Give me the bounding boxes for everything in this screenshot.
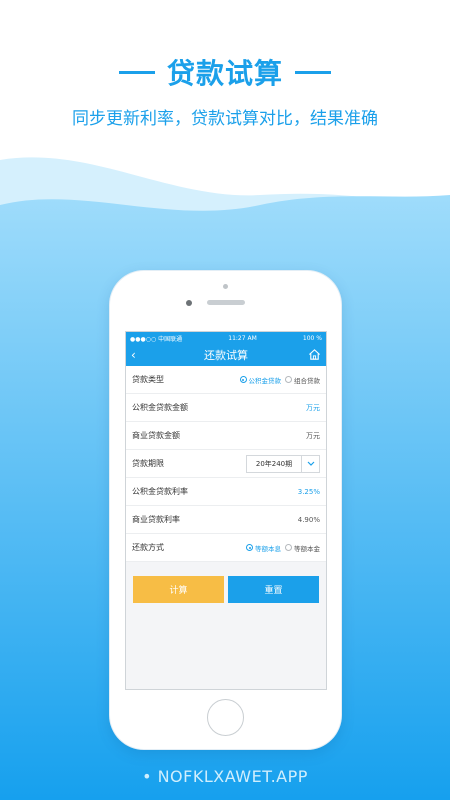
status-bar: ●●●○○ 中国联通 11:27 AM 100 % [126, 332, 326, 344]
battery-indicator: 100 % [302, 334, 322, 342]
loan-type-label: 贷款类型 [132, 375, 164, 384]
front-camera [186, 300, 192, 306]
repay-method-options: 等额本息 等额本金 [246, 543, 320, 553]
commercial-rate-row[interactable]: 商业贷款利率 4.90% [126, 506, 326, 534]
fund-rate-value: 3.25% [297, 487, 320, 496]
commercial-amount-row[interactable]: 商业贷款金额 万元 [126, 422, 326, 450]
status-time: 11:27 AM [228, 334, 257, 342]
promo-title: 贷款试算 [0, 52, 450, 92]
radio-fund-loan-label: 公积金贷款 [248, 376, 282, 385]
watermark-text: • NOFKLXAWET.APP [142, 767, 308, 786]
reset-button[interactable]: 重置 [228, 576, 319, 603]
loan-type-row: 贷款类型 公积金贷款 组合贷款 [126, 366, 326, 394]
commercial-rate-label: 商业贷款利率 [132, 515, 180, 524]
radio-unselected-icon [285, 376, 292, 383]
promo-subtitle: 同步更新利率，贷款试算对比，结果准确 [72, 109, 378, 129]
radio-selected-icon [239, 376, 247, 383]
chevron-down-icon [301, 455, 319, 472]
phone-frame: ●●●○○ 中国联通 11:27 AM 100 % ‹ 还款试算 贷款类型 公积… [110, 271, 341, 749]
radio-equal-installment-label: 等额本息 [255, 544, 281, 553]
title-dash-right [295, 70, 331, 74]
fund-amount-unit: 万元 [306, 403, 320, 412]
promo-title-text: 贷款试算 [166, 57, 283, 90]
loan-term-label: 贷款期限 [132, 459, 164, 468]
radio-equal-principal[interactable]: 等额本金 [285, 543, 320, 553]
radio-equal-principal-label: 等额本金 [294, 544, 320, 553]
nav-bar: ‹ 还款试算 [126, 344, 326, 366]
home-icon[interactable] [308, 348, 321, 361]
radio-unselected-icon [285, 544, 292, 551]
fund-amount-label: 公积金贷款金额 [132, 403, 188, 412]
fund-rate-row[interactable]: 公积金贷款利率 3.25% [126, 478, 326, 506]
commercial-amount-label: 商业贷款金额 [132, 431, 180, 440]
loan-term-value: 20年240期 [255, 459, 293, 468]
loan-term-select[interactable]: 20年240期 [246, 454, 320, 473]
commercial-amount-unit: 万元 [306, 431, 320, 440]
loan-type-options: 公积金贷款 组合贷款 [239, 375, 320, 385]
radio-equal-installment[interactable]: 等额本息 [246, 543, 281, 553]
radio-fund-loan[interactable]: 公积金贷款 [239, 375, 282, 385]
earpiece-speaker [207, 300, 245, 305]
chevron-left-icon[interactable]: ‹ [131, 348, 136, 362]
action-buttons: 计算 重置 [126, 562, 326, 603]
repay-method-row: 还款方式 等额本息 等额本金 [126, 534, 326, 562]
radio-selected-icon [246, 544, 253, 551]
phone-home-button [207, 699, 244, 736]
radio-combined-loan-label: 组合贷款 [294, 376, 320, 385]
phone-screen: ●●●○○ 中国联通 11:27 AM 100 % ‹ 还款试算 贷款类型 公积… [125, 331, 327, 690]
fund-rate-label: 公积金贷款利率 [132, 487, 188, 496]
loan-term-row: 贷款期限 20年240期 [126, 450, 326, 478]
calculate-button[interactable]: 计算 [133, 576, 224, 603]
repay-method-label: 还款方式 [132, 543, 164, 552]
carrier-signal: ●●●○○ 中国联通 [130, 335, 183, 343]
title-dash-left [118, 70, 155, 74]
proximity-sensor [223, 284, 228, 289]
radio-combined-loan[interactable]: 组合贷款 [285, 375, 320, 385]
page-title: 还款试算 [204, 349, 248, 362]
fund-amount-row[interactable]: 公积金贷款金额 万元 [126, 394, 326, 422]
loan-form: 贷款类型 公积金贷款 组合贷款 公积金贷款金额 万元 商业贷款金额 万元 贷款期… [126, 366, 326, 562]
commercial-rate-value: 4.90% [297, 515, 320, 524]
